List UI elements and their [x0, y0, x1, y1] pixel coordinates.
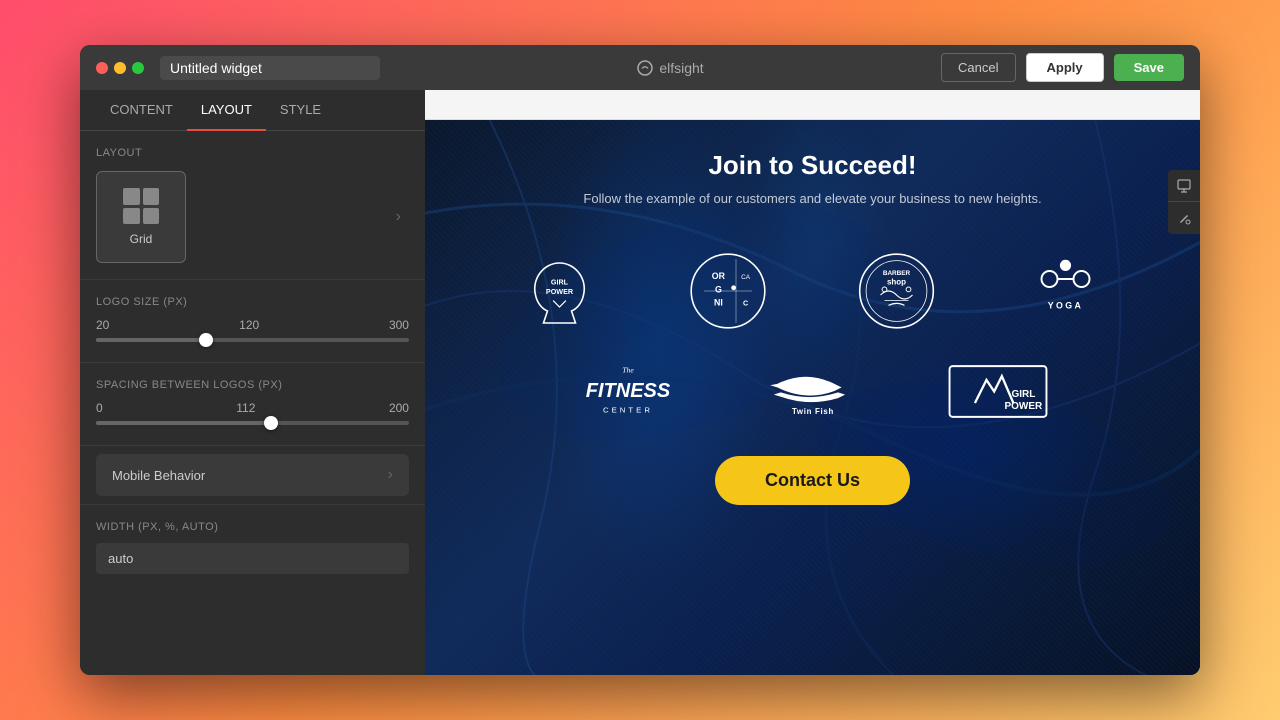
logo-yoga: YOGA [991, 246, 1140, 336]
layout-option-grid[interactable]: Grid [96, 171, 186, 263]
apply-button[interactable]: Apply [1026, 53, 1104, 82]
tab-style[interactable]: STYLE [266, 90, 335, 131]
logo-organic-cafe: OR G NI CA C [654, 246, 803, 336]
cancel-button[interactable]: Cancel [941, 53, 1015, 82]
logo-size-track[interactable] [96, 338, 409, 342]
preview-panel: Join to Succeed! Follow the example of o… [425, 90, 1200, 675]
tab-content[interactable]: CONTENT [96, 90, 187, 131]
spacing-section: SPACING BETWEEN LOGOS (PX) 0 112 200 [80, 362, 425, 445]
grid-cell [123, 188, 140, 205]
close-button[interactable] [96, 62, 108, 74]
svg-text:G: G [715, 285, 722, 295]
app-window: elfsight Cancel Apply Save CONTENT LAYOU… [80, 45, 1200, 675]
logo-size-thumb[interactable] [199, 333, 213, 347]
logo-girl-power: GIRL POWER [485, 246, 634, 336]
logo-size-values: 20 120 300 [96, 318, 409, 332]
width-input[interactable] [96, 543, 409, 574]
grid-cell [143, 188, 160, 205]
contact-btn-area: Contact Us [425, 436, 1200, 525]
titlebar-actions: Cancel Apply Save [941, 53, 1184, 82]
spacing-fill [96, 421, 271, 425]
sidebar: CONTENT LAYOUT STYLE LAYOUT [80, 90, 425, 675]
logo-size-min: 20 [96, 318, 109, 332]
grid-cell [143, 208, 160, 225]
titlebar: elfsight Cancel Apply Save [80, 45, 1200, 90]
logo-barber-shop: BARBER shop [823, 246, 972, 336]
svg-text:POWER: POWER [546, 287, 574, 296]
logos-row2: The FITNESS CENTER Twin Fish [425, 346, 1200, 436]
elfsight-logo: elfsight [637, 60, 703, 76]
spacing-min: 0 [96, 401, 103, 415]
minimize-button[interactable] [114, 62, 126, 74]
spacing-label: SPACING BETWEEN LOGOS (PX) [96, 379, 409, 391]
main-area: CONTENT LAYOUT STYLE LAYOUT [80, 90, 1200, 675]
tab-layout[interactable]: LAYOUT [187, 90, 266, 131]
widget-title-input[interactable] [160, 56, 380, 80]
svg-text:GIRL: GIRL [1011, 388, 1035, 399]
spacing-value: 112 [236, 401, 255, 415]
logo-size-value: 120 [239, 318, 259, 332]
logo-size-max: 300 [389, 318, 409, 332]
width-label: WIDTH (PX, %, AUTO) [96, 521, 409, 533]
svg-text:GIRL: GIRL [551, 278, 569, 287]
preview-text-area: Join to Succeed! Follow the example of o… [425, 120, 1200, 226]
svg-text:CA: CA [741, 274, 751, 281]
layout-option-label: Grid [130, 232, 153, 246]
maximize-button[interactable] [132, 62, 144, 74]
mobile-behavior-wrapper: Mobile Behavior › [80, 445, 425, 504]
svg-text:Twin Fish: Twin Fish [791, 407, 833, 416]
save-button[interactable]: Save [1114, 54, 1184, 81]
logo-size-label: LOGO SIZE (PX) [96, 296, 409, 308]
contact-us-button[interactable]: Contact Us [715, 456, 910, 505]
preview-header-bar [425, 90, 1200, 120]
svg-text:CENTER: CENTER [602, 405, 652, 414]
mobile-behavior-row[interactable]: Mobile Behavior › [96, 454, 409, 496]
preview-title: Join to Succeed! [445, 150, 1180, 181]
preview-content: Join to Succeed! Follow the example of o… [425, 120, 1200, 675]
logo-girl-power-2: GIRL POWER [915, 346, 1080, 436]
preview-subtitle: Follow the example of our customers and … [445, 191, 1180, 206]
svg-text:POWER: POWER [1004, 401, 1043, 412]
grid-icon [123, 188, 159, 224]
logo-twin-fish: Twin Fish [730, 346, 895, 436]
logo-fitness-center: The FITNESS CENTER [545, 346, 710, 436]
svg-text:FITNESS: FITNESS [585, 379, 670, 401]
logos-row1: GIRL POWER OR G NI CA [425, 226, 1200, 356]
svg-text:BARBER: BARBER [883, 270, 911, 277]
svg-text:YOGA: YOGA [1048, 301, 1084, 311]
svg-text:shop: shop [887, 278, 906, 287]
spacing-track[interactable] [96, 421, 409, 425]
layout-section: LAYOUT Grid › [80, 131, 425, 279]
layout-grid-container: Grid › [96, 171, 409, 263]
titlebar-center: elfsight [400, 60, 941, 76]
logo-size-fill [96, 338, 206, 342]
logo-size-section: LOGO SIZE (PX) 20 120 300 [80, 279, 425, 362]
grid-cell [123, 208, 140, 225]
layout-options: Grid [96, 171, 388, 263]
svg-text:OR: OR [712, 271, 726, 281]
layout-section-label: LAYOUT [96, 147, 409, 159]
mobile-behavior-label: Mobile Behavior [112, 468, 205, 483]
spacing-max: 200 [389, 401, 409, 415]
widget-title-area [160, 56, 400, 80]
mobile-behavior-chevron: › [388, 466, 393, 484]
svg-text:C: C [743, 298, 748, 307]
sidebar-tabs: CONTENT LAYOUT STYLE [80, 90, 425, 131]
svg-text:NI: NI [714, 297, 723, 307]
spacing-values: 0 112 200 [96, 401, 409, 415]
elfsight-label: elfsight [659, 60, 703, 76]
traffic-lights [96, 62, 144, 74]
svg-text:The: The [622, 365, 634, 374]
width-section: WIDTH (PX, %, AUTO) [80, 504, 425, 590]
spacing-thumb[interactable] [264, 416, 278, 430]
layout-chevron-right[interactable]: › [388, 171, 409, 263]
